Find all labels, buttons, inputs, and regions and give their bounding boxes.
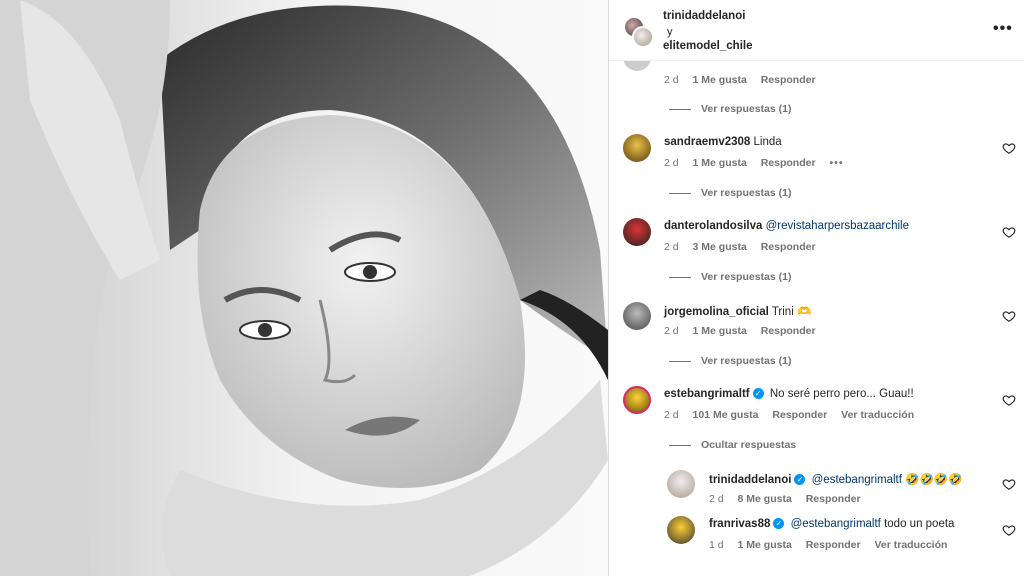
view-replies-label: Ver respuestas (1) [701,355,792,367]
comment-text-line: franrivas88 ✓ @estebangrimaltf todo un po… [709,518,954,530]
comment-list: 2 d 1 Me gusta Responder Ver respuestas … [609,61,1024,576]
comment-text: todo un poeta [884,518,955,531]
reply-button[interactable]: Responder [806,493,861,505]
avatar[interactable] [667,470,695,498]
avatar[interactable] [623,386,651,414]
avatar[interactable] [632,26,654,48]
comment-meta: 2 d 8 Me gusta Responder [709,493,872,505]
heart-icon[interactable] [1002,393,1016,407]
header-username-2[interactable]: elitemodel_chile [663,40,752,52]
avatar[interactable] [623,134,651,162]
avatar[interactable] [623,302,651,330]
comment-username[interactable]: jorgemolina_oficial [664,306,769,318]
comment-mention[interactable]: @estebangrimaltf [812,474,902,486]
heart-icon[interactable] [1002,523,1016,537]
comment-meta: 2 d 101 Me gusta Responder Ver traducció… [664,409,925,421]
heart-icon[interactable] [1002,309,1016,323]
comment-username[interactable]: trinidaddelanoi [709,474,791,486]
view-replies-label: Ver respuestas (1) [701,103,792,115]
comment-mention[interactable]: @revistaharpersbazaarchile [766,220,909,232]
post-header: trinidaddelanoi y elitemodel_chile ••• [609,0,1024,61]
reply-button[interactable]: Responder [772,409,827,421]
comment-likes[interactable]: 1 Me gusta [693,74,747,86]
view-replies-label: Ver respuestas (1) [701,271,792,283]
comment-meta: 2 d 1 Me gusta Responder [664,325,827,337]
comment-text: Trini 🫶 [771,306,812,318]
comment-text: Linda [753,136,782,148]
comment-time[interactable]: 2 d [664,409,679,421]
avatar[interactable] [623,218,651,246]
comment-text-line: danterolandosilva @revistaharpersbazaarc… [664,220,909,232]
header-connector: y [667,26,673,38]
comment-likes[interactable]: 101 Me gusta [693,409,759,421]
comment-username[interactable]: franrivas88 [709,518,770,530]
comment-text-line: trinidaddelanoi ✓ @estebangrimaltf 🤣🤣🤣🤣 [709,472,962,486]
comment-more-icon[interactable]: ••• [829,157,843,169]
comments-panel: trinidaddelanoi y elitemodel_chile ••• 2… [608,0,1024,576]
verified-badge-icon: ✓ [752,388,764,399]
comment-time[interactable]: 2 d [664,241,679,253]
avatar[interactable] [623,61,651,71]
reply-button[interactable]: Responder [761,74,816,86]
view-replies-button[interactable]: Ver respuestas (1) [669,355,791,367]
view-replies-label: Ver respuestas (1) [701,187,792,199]
comment-likes[interactable]: 1 Me gusta [693,157,747,169]
comment-username[interactable]: danterolandosilva [664,220,762,232]
comment-meta: 2 d 3 Me gusta Responder [664,241,827,253]
reply-button[interactable]: Responder [806,539,861,551]
post-photo [0,0,608,576]
heart-icon[interactable] [1002,477,1016,491]
translate-button[interactable]: Ver traducción [874,539,947,551]
comment-mention[interactable]: @estebangrimaltf [791,518,881,530]
view-replies-button[interactable]: Ver respuestas (1) [669,187,791,199]
comment-meta: 1 d 1 Me gusta Responder Ver traducción [709,539,958,551]
comment-likes[interactable]: 1 Me gusta [738,539,792,551]
more-options-icon[interactable]: ••• [993,20,1013,38]
comment-likes[interactable]: 8 Me gusta [738,493,792,505]
reply-button[interactable]: Responder [761,157,816,169]
reply-button[interactable]: Responder [761,325,816,337]
translate-button[interactable]: Ver traducción [841,409,914,421]
comment-username[interactable]: estebangrimaltf [664,388,750,400]
comment-likes[interactable]: 1 Me gusta [693,325,747,337]
view-replies-button[interactable]: Ver respuestas (1) [669,103,791,115]
comment-likes[interactable]: 3 Me gusta [693,241,747,253]
heart-icon[interactable] [1002,141,1016,155]
hide-replies-label: Ocultar respuestas [701,439,797,451]
reply-button[interactable]: Responder [761,241,816,253]
avatar[interactable] [667,516,695,544]
verified-badge-icon: ✓ [773,518,785,529]
comment-text: No seré perro pero... Guau!! [769,388,914,401]
comment-meta: 2 d 1 Me gusta Responder ••• [664,157,855,169]
comment-text: 🤣🤣🤣🤣 [905,474,963,486]
comment-time[interactable]: 2 d [709,493,724,505]
comment-time[interactable]: 2 d [664,325,679,337]
hide-replies-button[interactable]: Ocultar respuestas [669,439,796,451]
comment-username[interactable]: sandraemv2308 [664,136,750,148]
collab-avatars[interactable] [623,16,654,48]
comment-text-line: estebangrimaltf ✓ No seré perro pero... G… [664,388,914,400]
comment-time[interactable]: 1 d [709,539,724,551]
view-replies-button[interactable]: Ver respuestas (1) [669,271,791,283]
comment-text-line: jorgemolina_oficial Trini 🫶 [664,304,811,318]
header-username-1[interactable]: trinidaddelanoi [663,10,745,22]
comment-text-line: sandraemv2308 Linda [664,136,782,148]
comment-meta: 2 d 1 Me gusta Responder [664,74,827,86]
comment-time[interactable]: 2 d [664,74,679,86]
heart-icon[interactable] [1002,225,1016,239]
verified-badge-icon: ✓ [794,473,806,485]
comment-time[interactable]: 2 d [664,157,679,169]
